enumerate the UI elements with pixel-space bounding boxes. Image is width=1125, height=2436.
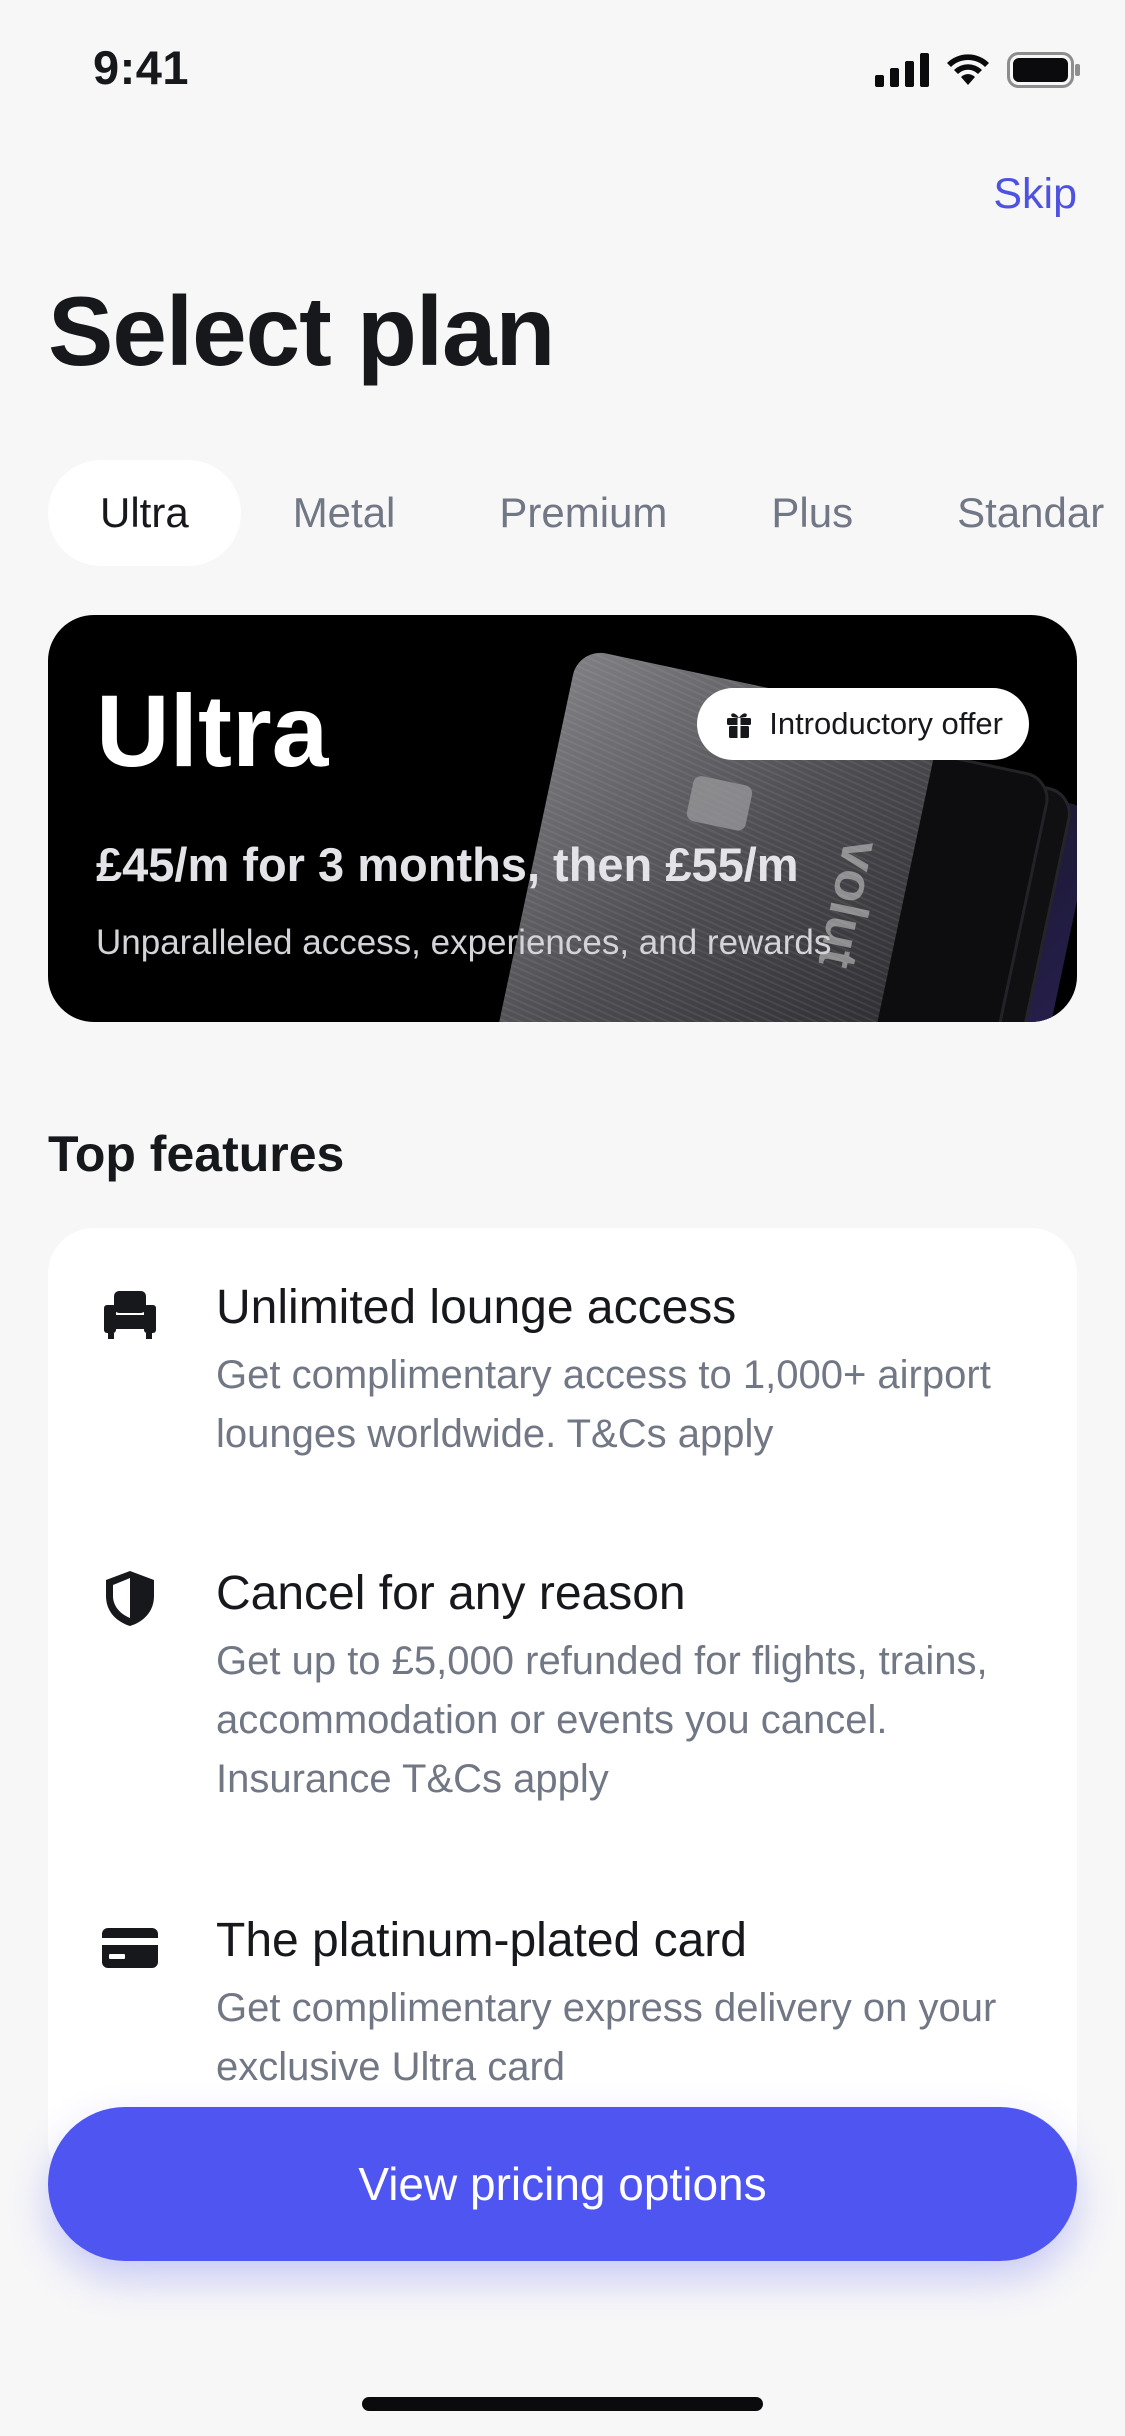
introductory-offer-badge: Introductory offer	[697, 688, 1029, 760]
feature-title: The platinum-plated card	[216, 1914, 747, 1967]
section-title: Top features	[48, 1126, 345, 1182]
view-pricing-options-button[interactable]: View pricing options	[48, 2107, 1077, 2261]
tab-premium[interactable]: Premium	[447, 460, 719, 566]
plan-tabs: Ultra Metal Premium Plus Standar	[48, 460, 1125, 566]
signal-icon	[875, 53, 929, 87]
status-bar: 9:41	[0, 0, 1125, 140]
tab-standard[interactable]: Standar	[905, 460, 1125, 566]
wifi-icon	[947, 54, 989, 85]
status-icons	[875, 50, 1081, 90]
tab-plus[interactable]: Plus	[719, 460, 905, 566]
battery-icon	[1007, 52, 1080, 88]
feature-description: Get complimentary access to 1,000+ airpo…	[216, 1353, 991, 1456]
feature-title: Cancel for any reason	[216, 1567, 686, 1620]
home-indicator	[362, 2397, 763, 2411]
card-icon	[102, 1928, 158, 1968]
gift-icon	[727, 713, 752, 738]
features-list: Unlimited lounge access Get complimentar…	[48, 1228, 1077, 2188]
page-title: Select plan	[48, 276, 555, 386]
badge-label: Introductory offer	[769, 706, 1003, 741]
armchair-icon	[104, 1291, 156, 1339]
plan-price: £45/m for 3 months, then £55/m	[96, 838, 799, 891]
status-time: 9:41	[93, 41, 190, 94]
tab-metal[interactable]: Metal	[241, 460, 448, 566]
skip-button[interactable]: Skip	[993, 170, 1077, 219]
plan-card[interactable]: volut Ultra Introductory offer £45/m for…	[48, 615, 1077, 1022]
feature-title: Unlimited lounge access	[216, 1281, 737, 1334]
feature-description: Get up to £5,000 refunded for flights, t…	[216, 1639, 988, 1801]
plan-description: Unparalleled access, experiences, and re…	[96, 923, 832, 962]
tab-ultra[interactable]: Ultra	[48, 460, 241, 566]
feature-description: Get complimentary express delivery on yo…	[216, 1986, 997, 2089]
plan-name: Ultra	[96, 674, 329, 788]
shield-icon	[106, 1571, 154, 1626]
